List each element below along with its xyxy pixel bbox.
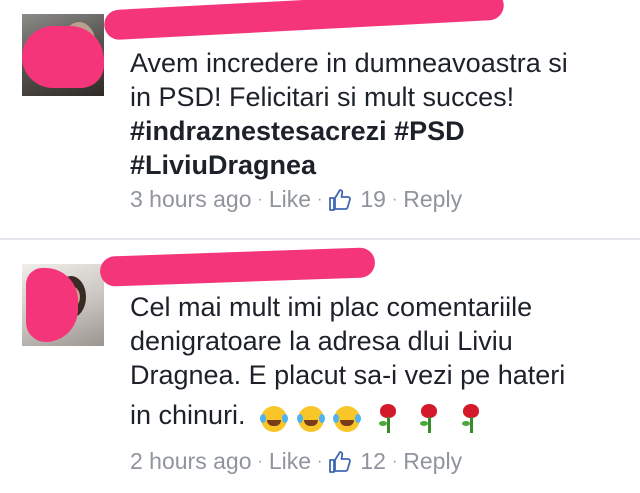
rose-icon [418, 403, 440, 434]
tears-of-joy-icon [296, 405, 325, 432]
avatar[interactable] [22, 264, 104, 346]
comment-text: Cel mai mult imi plac comentariile denig… [130, 290, 620, 434]
comment-line: Avem incredere in dumneavoastra si [130, 48, 568, 78]
reply-link[interactable]: Reply [403, 186, 462, 213]
like-link[interactable]: Like [269, 186, 311, 213]
comment-line: Cel mai mult imi plac comentariile [130, 292, 533, 322]
comment-text: Avem incredere in dumneavoastra si in PS… [130, 46, 620, 182]
separator: · [317, 452, 323, 470]
like-link[interactable]: Like [269, 448, 311, 475]
like-count[interactable]: 19 [360, 186, 386, 213]
separator: · [257, 452, 263, 470]
comment-line: in PSD! Felicitari si mult succes! [130, 82, 515, 112]
separator: · [257, 190, 263, 208]
emoji-row [260, 400, 488, 434]
comment-line: Dragnea. E placut sa-i vezi pe hateri [130, 360, 566, 390]
timestamp[interactable]: 2 hours ago [130, 448, 251, 475]
comment-item: Cel mai mult imi plac comentariile denig… [0, 240, 640, 493]
rose-icon [460, 403, 482, 434]
avatar-redaction [22, 26, 104, 88]
hashtag-link[interactable]: #LiviuDragnea [130, 148, 620, 182]
thumbs-up-icon[interactable] [328, 450, 352, 474]
reply-link[interactable]: Reply [403, 448, 462, 475]
like-count[interactable]: 12 [360, 448, 386, 475]
tears-of-joy-icon [260, 405, 289, 432]
avatar[interactable] [22, 14, 104, 96]
thumbs-up-icon[interactable] [328, 188, 352, 212]
comment-meta: 2 hours ago · Like · 12 · Reply [130, 448, 462, 475]
avatar-redaction [26, 268, 78, 342]
rose-icon [377, 403, 399, 434]
comment-meta: 3 hours ago · Like · 19 · Reply [130, 186, 462, 213]
hashtag-link[interactable]: #indraznestesacrezi #PSD [130, 114, 620, 148]
comment-line-last: in chinuri. [130, 398, 620, 434]
separator: · [391, 190, 398, 208]
author-name-redaction [99, 247, 376, 287]
separator: · [391, 452, 398, 470]
comment-item: Avem incredere in dumneavoastra si in PS… [0, 0, 640, 238]
tears-of-joy-icon [333, 405, 362, 432]
separator: · [317, 190, 323, 208]
comment-line: denigratoare la adresa dlui Liviu [130, 326, 513, 356]
author-name-redaction [103, 0, 505, 41]
timestamp[interactable]: 3 hours ago [130, 186, 251, 213]
comment-line: in chinuri. [130, 400, 246, 430]
